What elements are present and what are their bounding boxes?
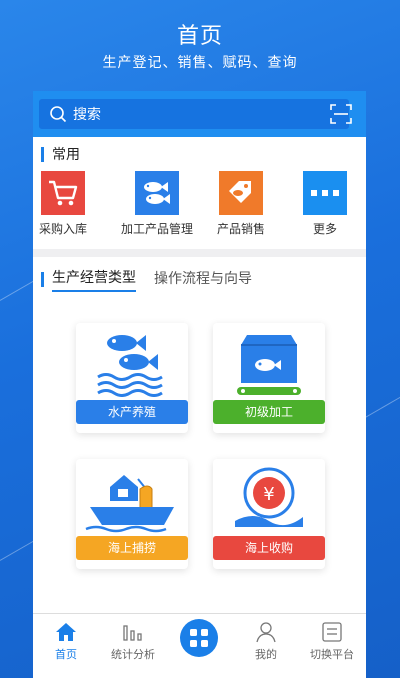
scan-icon[interactable] [330,103,352,125]
tile-label: 海上收购 [213,536,325,560]
nav-statistics[interactable]: 统计分析 [103,620,163,662]
nav-label: 统计分析 [111,648,155,661]
type-tabs: 生产经营类型 操作流程与向导 [41,267,270,292]
type-tile-aquaculture[interactable]: 水产养殖 [76,323,188,433]
shortcut-more[interactable]: 更多 [285,171,365,237]
shortcut-label: 加工产品管理 [120,222,193,236]
nav-label: 我的 [255,648,277,661]
shortcut-processing[interactable]: 加工产品管理 [117,171,197,237]
tile-label: 初级加工 [213,400,325,424]
processing-box-icon [237,335,301,395]
shortcut-sales[interactable]: 产品销售 [201,171,281,237]
nav-mine[interactable]: 我的 [236,620,296,662]
svg-text:¥: ¥ [263,484,274,505]
fish-farming-icon [97,335,163,397]
search-icon [50,106,67,123]
search-bar: 搜索 [33,91,366,137]
tag-fish-icon [219,171,263,215]
section-marker [41,146,44,162]
tab-business-types[interactable]: 生产经营类型 [52,267,136,292]
fishing-boat-icon [85,475,174,533]
main-card: 搜索 常用 采购入库 加工产品管理 产品销售 更多 生产经营类型 操作流程与向导… [33,91,366,678]
section-divider [33,249,366,257]
tile-label: 水产养殖 [76,400,188,424]
nav-home[interactable]: 首页 [36,620,96,662]
page-title: 首页 [176,24,223,49]
shortcut-label: 采购入库 [38,222,87,236]
section-marker [41,272,44,287]
home-icon [56,623,76,641]
tile-label: 海上捕捞 [76,536,188,560]
type-tile-fishing[interactable]: 海上捕捞 [76,459,188,569]
shortcut-purchase[interactable]: 采购入库 [23,171,103,237]
search-placeholder: 搜索 [73,107,101,123]
fish-icon [135,171,179,215]
common-shortcuts: 采购入库 加工产品管理 产品销售 更多 [33,171,366,239]
bar-chart-icon [123,625,142,641]
cart-icon [41,171,85,215]
switch-platform-icon [322,622,342,642]
yuan-hand-icon: ¥ [235,467,303,527]
nav-label: 首页 [55,648,77,661]
type-tile-processing[interactable]: 初级加工 [213,323,325,433]
shortcut-label: 更多 [312,222,337,236]
page-subtitle: 生产登记、销售、赋码、查询 [102,55,298,71]
nav-label: 切换平台 [310,648,354,661]
common-section-header: 常用 [41,144,80,164]
bottom-nav: 首页 统计分析 我的 切换平台 [33,613,366,663]
apps-grid-icon [190,629,208,647]
type-tile-purchase-at-sea[interactable]: ¥ 海上收购 [213,459,325,569]
more-icon [303,171,347,215]
common-heading: 常用 [52,147,80,163]
search-input[interactable]: 搜索 [39,99,349,129]
shortcut-label: 产品销售 [216,222,265,236]
nav-center-apps[interactable] [180,619,218,657]
tab-process-guide[interactable]: 操作流程与向导 [154,268,252,291]
nav-switch-platform[interactable]: 切换平台 [302,620,362,662]
user-icon [256,622,276,643]
